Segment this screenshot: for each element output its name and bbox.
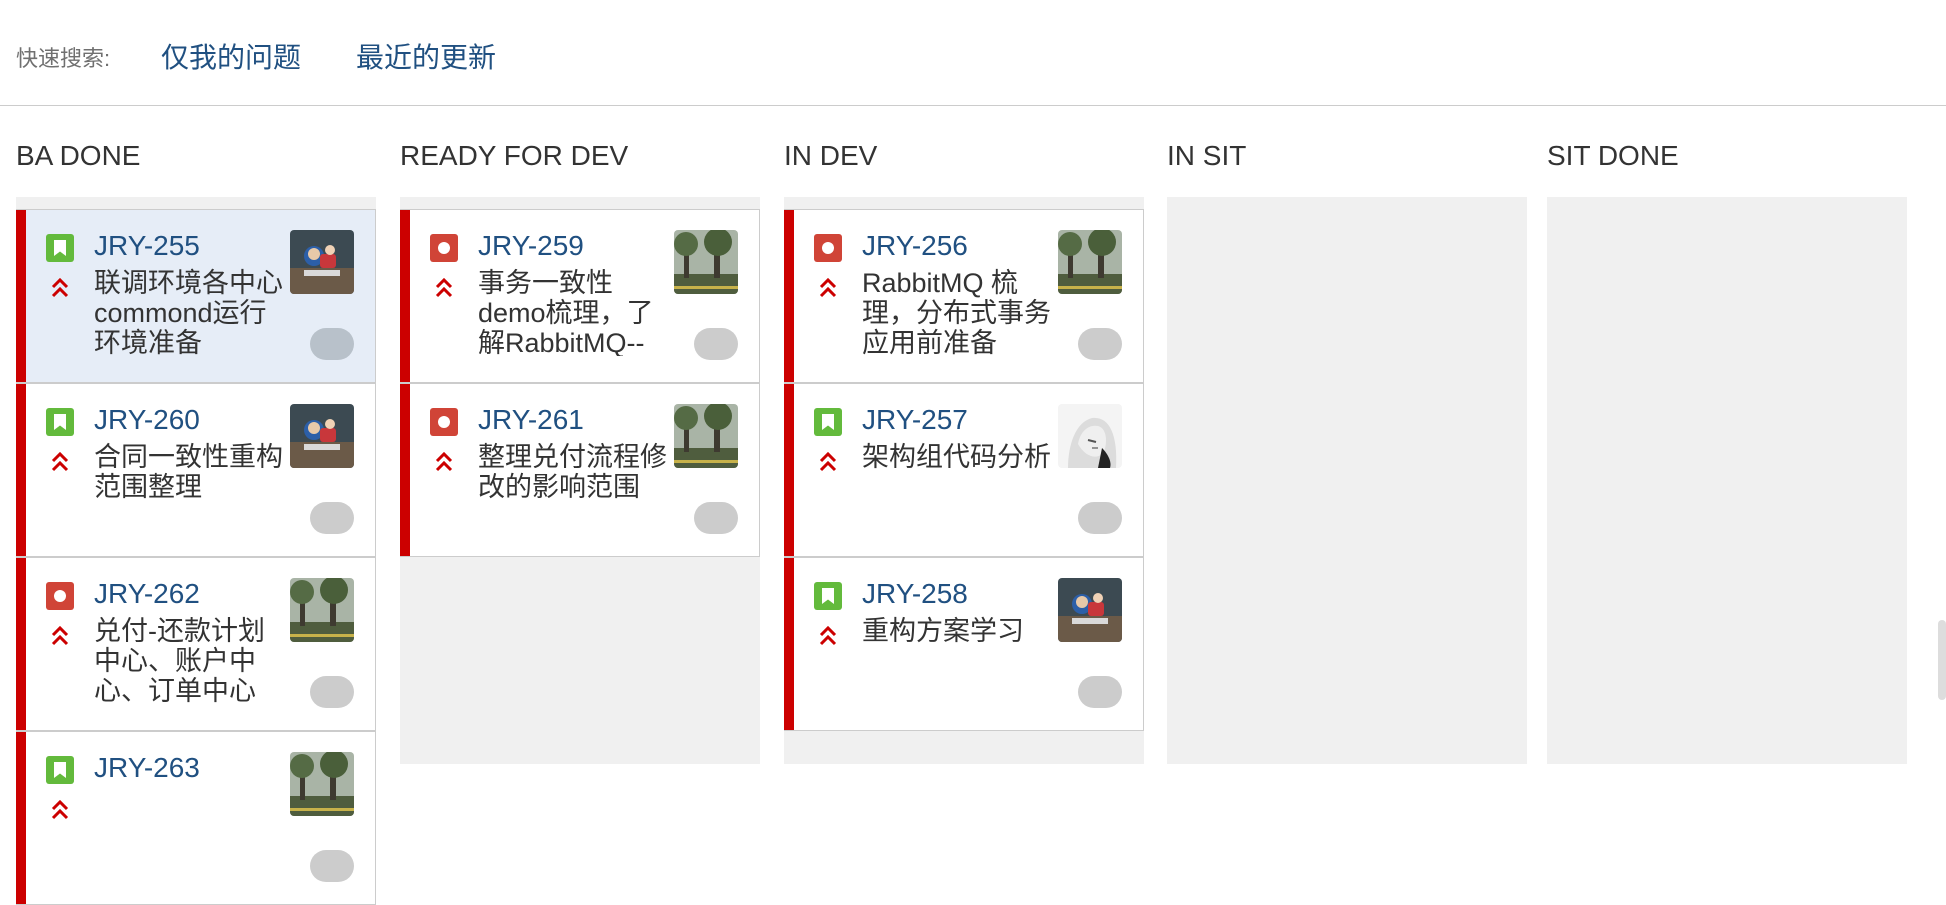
issue-summary: 重构方案学习 bbox=[862, 616, 1024, 646]
issue-summary: 联调环境各中心commond运行环境准备 bbox=[94, 268, 283, 356]
story-type-icon bbox=[814, 582, 842, 610]
issue-summary: 兑付-还款计划中心、账户中心、订单中心 bbox=[94, 616, 265, 704]
story-type-icon bbox=[46, 234, 74, 262]
issue-card[interactable]: JRY-261 整理兑付流程修改的影响范围 bbox=[400, 383, 760, 557]
trees-photo-avatar bbox=[1058, 230, 1122, 294]
bug-type-icon bbox=[814, 234, 842, 262]
trees-photo-avatar bbox=[290, 578, 354, 642]
column-header: IN SIT bbox=[1167, 140, 1247, 171]
column-drop-area[interactable]: JRY-255 联调环境各中心commond运行环境准备 JRY-260 合同一致性重… bbox=[16, 197, 376, 905]
card-grabber[interactable] bbox=[16, 210, 26, 382]
issue-card[interactable]: JRY-260 合同一致性重构范围整理 bbox=[16, 383, 376, 557]
card-grabber[interactable] bbox=[400, 384, 410, 556]
issue-card[interactable]: JRY-262 兑付-还款计划中心、账户中心、订单中心 bbox=[16, 557, 376, 731]
card-grabber[interactable] bbox=[784, 384, 794, 556]
card-grabber[interactable] bbox=[784, 210, 794, 382]
board-scrollbar[interactable] bbox=[1938, 120, 1946, 764]
filter-recently-updated-link[interactable]: 最近的更新 bbox=[356, 36, 496, 76]
issue-key-link[interactable]: JRY-257 bbox=[862, 404, 968, 436]
story-type-icon bbox=[46, 756, 74, 784]
issue-key-link[interactable]: JRY-258 bbox=[862, 578, 968, 610]
trees-photo-avatar bbox=[674, 404, 738, 468]
issue-card[interactable]: JRY-258 重构方案学习 bbox=[784, 557, 1144, 731]
story-type-icon bbox=[46, 408, 74, 436]
issue-card[interactable]: JRY-256 RabbitMQ 梳理，分布式事务应用前准备 bbox=[784, 209, 1144, 383]
park-photo-avatar bbox=[290, 404, 354, 468]
estimate-badge bbox=[1078, 328, 1122, 360]
issue-key-link[interactable]: JRY-256 bbox=[862, 230, 968, 262]
quick-filters-bar: 快速搜索: 仅我的问题 最近的更新 bbox=[0, 0, 1946, 106]
quick-search-label: 快速搜索: bbox=[16, 46, 111, 71]
column-drop-area[interactable]: JRY-259 事务一致性demo梳理，了解RabbitMQ-- JRY-261 整理… bbox=[400, 197, 760, 764]
park-photo-avatar bbox=[290, 230, 354, 294]
issue-summary: 整理兑付流程修改的影响范围 bbox=[478, 442, 667, 502]
estimate-badge bbox=[310, 328, 354, 360]
estimate-badge bbox=[310, 502, 354, 534]
priority-high-icon bbox=[51, 451, 69, 472]
estimate-badge bbox=[310, 850, 354, 882]
priority-high-icon bbox=[819, 625, 837, 646]
column-drop-area[interactable] bbox=[1167, 197, 1527, 764]
issue-key-link[interactable]: JRY-263 bbox=[94, 752, 200, 784]
filter-only-my-issues-link[interactable]: 仅我的问题 bbox=[161, 36, 301, 76]
issue-card[interactable]: JRY-257 架构组代码分析 bbox=[784, 383, 1144, 557]
park-photo-avatar bbox=[1058, 578, 1122, 642]
card-grabber[interactable] bbox=[784, 558, 794, 730]
anime-avatar bbox=[1058, 404, 1122, 468]
column-header: BA DONE bbox=[16, 140, 141, 171]
priority-high-icon bbox=[435, 451, 453, 472]
priority-high-icon bbox=[819, 451, 837, 472]
priority-high-icon bbox=[51, 277, 69, 298]
priority-high-icon bbox=[51, 625, 69, 646]
issue-key-link[interactable]: JRY-262 bbox=[94, 578, 200, 610]
estimate-badge bbox=[694, 502, 738, 534]
column-header: SIT DONE bbox=[1547, 140, 1679, 171]
card-grabber[interactable] bbox=[16, 558, 26, 730]
bug-type-icon bbox=[430, 234, 458, 262]
scrollbar-thumb[interactable] bbox=[1938, 620, 1946, 700]
trees-photo-avatar bbox=[674, 230, 738, 294]
estimate-badge bbox=[694, 328, 738, 360]
issue-summary: 事务一致性demo梳理，了解RabbitMQ-- bbox=[478, 268, 654, 356]
issue-key-link[interactable]: JRY-261 bbox=[478, 404, 584, 436]
estimate-badge bbox=[1078, 676, 1122, 708]
column-header: READY FOR DEV bbox=[400, 140, 629, 171]
card-grabber[interactable] bbox=[400, 210, 410, 382]
issue-card[interactable]: JRY-263 bbox=[16, 731, 376, 905]
trees-photo-avatar bbox=[290, 752, 354, 816]
issue-card[interactable]: JRY-255 联调环境各中心commond运行环境准备 bbox=[16, 209, 376, 383]
priority-high-icon bbox=[51, 799, 69, 820]
bug-type-icon bbox=[46, 582, 74, 610]
issue-key-link[interactable]: JRY-255 bbox=[94, 230, 200, 262]
issue-summary: 架构组代码分析 bbox=[862, 442, 1051, 472]
issue-card[interactable]: JRY-259 事务一致性demo梳理，了解RabbitMQ-- bbox=[400, 209, 760, 383]
column-header: IN DEV bbox=[784, 140, 878, 171]
bug-type-icon bbox=[430, 408, 458, 436]
card-grabber[interactable] bbox=[16, 384, 26, 556]
priority-high-icon bbox=[435, 277, 453, 298]
issue-key-link[interactable]: JRY-259 bbox=[478, 230, 584, 262]
card-grabber[interactable] bbox=[16, 732, 26, 904]
column-drop-area[interactable]: JRY-256 RabbitMQ 梳理，分布式事务应用前准备 JRY-257 架构组代… bbox=[784, 197, 1144, 764]
estimate-badge bbox=[310, 676, 354, 708]
issue-summary: RabbitMQ 梳理，分布式事务应用前准备 bbox=[862, 268, 1051, 356]
estimate-badge bbox=[1078, 502, 1122, 534]
column-drop-area[interactable] bbox=[1547, 197, 1907, 764]
story-type-icon bbox=[814, 408, 842, 436]
issue-summary: 合同一致性重构范围整理 bbox=[94, 442, 283, 502]
issue-summary bbox=[94, 790, 284, 878]
priority-high-icon bbox=[819, 277, 837, 298]
issue-key-link[interactable]: JRY-260 bbox=[94, 404, 200, 436]
